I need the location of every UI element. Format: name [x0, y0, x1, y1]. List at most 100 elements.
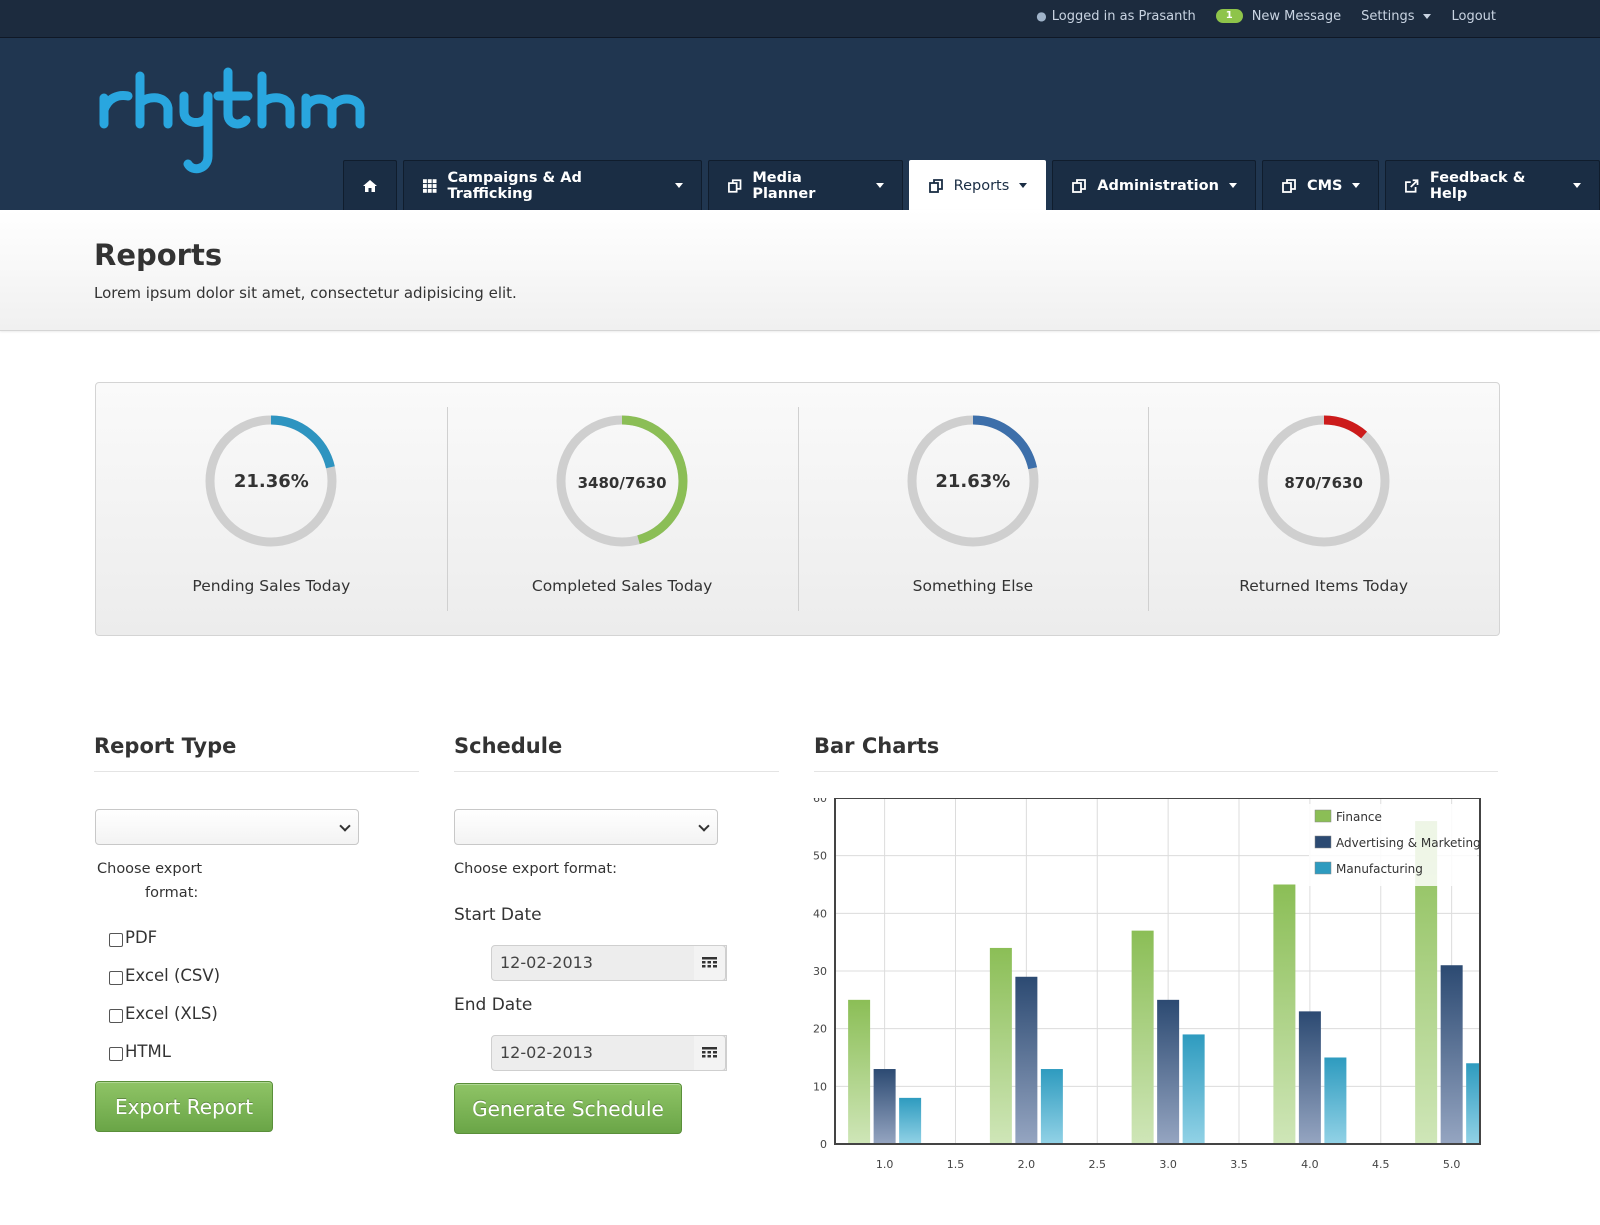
caret-down-icon: [1019, 183, 1028, 188]
x-tick-label: 1.5: [947, 1158, 965, 1171]
html-checkbox[interactable]: [109, 1046, 123, 1061]
top-links: ● Logged in as Prasanth 1 New Message Se…: [1036, 0, 1496, 32]
pdf-checkbox[interactable]: [109, 932, 123, 947]
nav-campaigns[interactable]: Campaigns & Ad Trafficking: [403, 160, 702, 210]
copy-icon: [727, 178, 742, 193]
export-option-xls[interactable]: Excel (XLS): [109, 1004, 218, 1023]
user-icon: ●: [1036, 9, 1047, 23]
page-subtitle: Lorem ipsum dolor sit amet, consectetur …: [94, 284, 517, 302]
new-message-link[interactable]: 1 New Message: [1215, 8, 1342, 24]
nav-reports[interactable]: Reports: [908, 160, 1047, 210]
bar-advertising-marketing: [1440, 965, 1463, 1144]
nav-feedback-help[interactable]: Feedback & Help: [1385, 160, 1600, 210]
grid-icon: [422, 178, 437, 193]
report-type-select[interactable]: [95, 809, 359, 845]
caret-down-icon: [674, 183, 683, 188]
y-tick-label: 40: [813, 907, 827, 920]
nav-home[interactable]: [343, 160, 397, 210]
logged-in-text: Logged in as Prasanth: [1051, 8, 1196, 24]
message-count-badge: 1: [1215, 9, 1243, 23]
end-date-input[interactable]: 12-02-2013: [491, 1035, 727, 1071]
y-tick-label: 10: [813, 1080, 827, 1093]
schedule-title: Schedule: [454, 734, 563, 758]
end-date-label: End Date: [454, 995, 533, 1015]
page-header: Reports Lorem ipsum dolor sit amet, cons…: [0, 210, 1600, 331]
logout-link[interactable]: Logout: [1451, 9, 1496, 24]
bar-finance: [1131, 930, 1154, 1144]
nav-label: Media Planner: [752, 169, 816, 202]
bar-manufacturing: [1040, 1069, 1063, 1144]
x-tick-label: 4.5: [1372, 1158, 1390, 1171]
x-tick-label: 3.5: [1230, 1158, 1248, 1171]
gauge-pending-sales: 21.36% Pending Sales Today: [96, 383, 447, 635]
xls-checkbox[interactable]: [109, 1008, 123, 1023]
report-type-title: Report Type: [94, 734, 237, 758]
copy-icon: [1072, 178, 1087, 193]
nav-media-planner[interactable]: Media Planner: [707, 160, 903, 210]
x-tick-label: 4.0: [1301, 1158, 1319, 1171]
schedule-choose-format: Choose export format:: [454, 861, 617, 877]
y-tick-label: 30: [813, 965, 827, 978]
option-label: Excel (XLS): [125, 1004, 218, 1023]
nav-label: Administration: [1097, 177, 1219, 194]
divider: [454, 771, 779, 772]
logged-in-user: ● Logged in as Prasanth: [1036, 9, 1195, 24]
legend-label: Finance: [1336, 810, 1382, 824]
option-label: HTML: [125, 1042, 171, 1061]
generate-schedule-button[interactable]: Generate Schedule: [454, 1083, 682, 1134]
gauge-label: Returned Items Today: [1239, 577, 1409, 595]
legend-swatch: [1314, 809, 1332, 823]
y-tick-label: 20: [813, 1023, 827, 1036]
x-tick-label: 2.5: [1089, 1158, 1107, 1171]
main-nav: Campaigns & Ad Trafficking Media Planner…: [343, 160, 1600, 210]
schedule-select[interactable]: [454, 809, 718, 845]
nav-cms[interactable]: CMS: [1261, 160, 1380, 210]
x-tick-label: 2.0: [1018, 1158, 1036, 1171]
gauge-returned-items: 870/7630 Returned Items Today: [1148, 383, 1499, 635]
x-tick-label: 3.0: [1159, 1158, 1177, 1171]
start-date-label: Start Date: [454, 905, 542, 925]
caret-down-icon: [1352, 183, 1361, 188]
y-tick-label: 50: [813, 850, 827, 863]
export-report-button[interactable]: Export Report: [95, 1081, 273, 1132]
choose-format-line1: Choose export: [97, 861, 203, 877]
divider: [814, 771, 1498, 772]
nav-administration[interactable]: Administration: [1052, 160, 1256, 210]
nav-label: Reports: [953, 177, 1010, 194]
option-label: Excel (CSV): [125, 966, 221, 985]
gauge-panel: 21.36% Pending Sales Today 3480/7630 Com…: [95, 382, 1500, 636]
bar-manufacturing: [899, 1097, 922, 1144]
bar-finance: [989, 947, 1012, 1144]
calendar-icon: [702, 1046, 717, 1057]
legend-label: Manufacturing: [1336, 862, 1423, 876]
home-icon: [363, 179, 377, 192]
csv-checkbox[interactable]: [109, 970, 123, 985]
copy-icon: [928, 178, 943, 193]
divider: [94, 771, 419, 772]
start-date-input[interactable]: 12-02-2013: [491, 945, 727, 981]
bar-charts-title: Bar Charts: [814, 734, 940, 758]
end-date-picker-button[interactable]: [694, 1035, 726, 1071]
legend-swatch: [1314, 861, 1332, 875]
new-message-label: New Message: [1251, 8, 1342, 24]
legend-swatch: [1314, 835, 1332, 849]
bar-advertising-marketing: [1015, 976, 1038, 1144]
gauge-label: Something Else: [912, 577, 1034, 595]
export-option-html[interactable]: HTML: [109, 1042, 171, 1061]
nav-label: CMS: [1306, 177, 1343, 194]
export-option-pdf[interactable]: PDF: [109, 928, 157, 947]
start-date-picker-button[interactable]: [694, 945, 726, 981]
settings-label: Settings: [1361, 8, 1415, 24]
external-link-icon: [1405, 178, 1419, 193]
chevron-down-icon: [339, 820, 351, 832]
export-option-csv[interactable]: Excel (CSV): [109, 966, 220, 985]
x-tick-label: 5.0: [1443, 1158, 1461, 1171]
header: Campaigns & Ad Trafficking Media Planner…: [0, 38, 1600, 210]
x-tick-label: 1.0: [876, 1158, 894, 1171]
bar-chart: 1.0 1.5 2.0 2.5 3.0 3.5 4.0 4.5 5.0 0 10 20 30 40 50 60…: [813, 798, 1481, 1171]
caret-down-icon: [1573, 183, 1581, 188]
settings-menu[interactable]: Settings: [1361, 8, 1432, 24]
legend-label: Advertising & Marketing: [1336, 836, 1481, 850]
y-tick-label: 0: [820, 1138, 827, 1151]
bar-manufacturing: [1182, 1034, 1205, 1144]
